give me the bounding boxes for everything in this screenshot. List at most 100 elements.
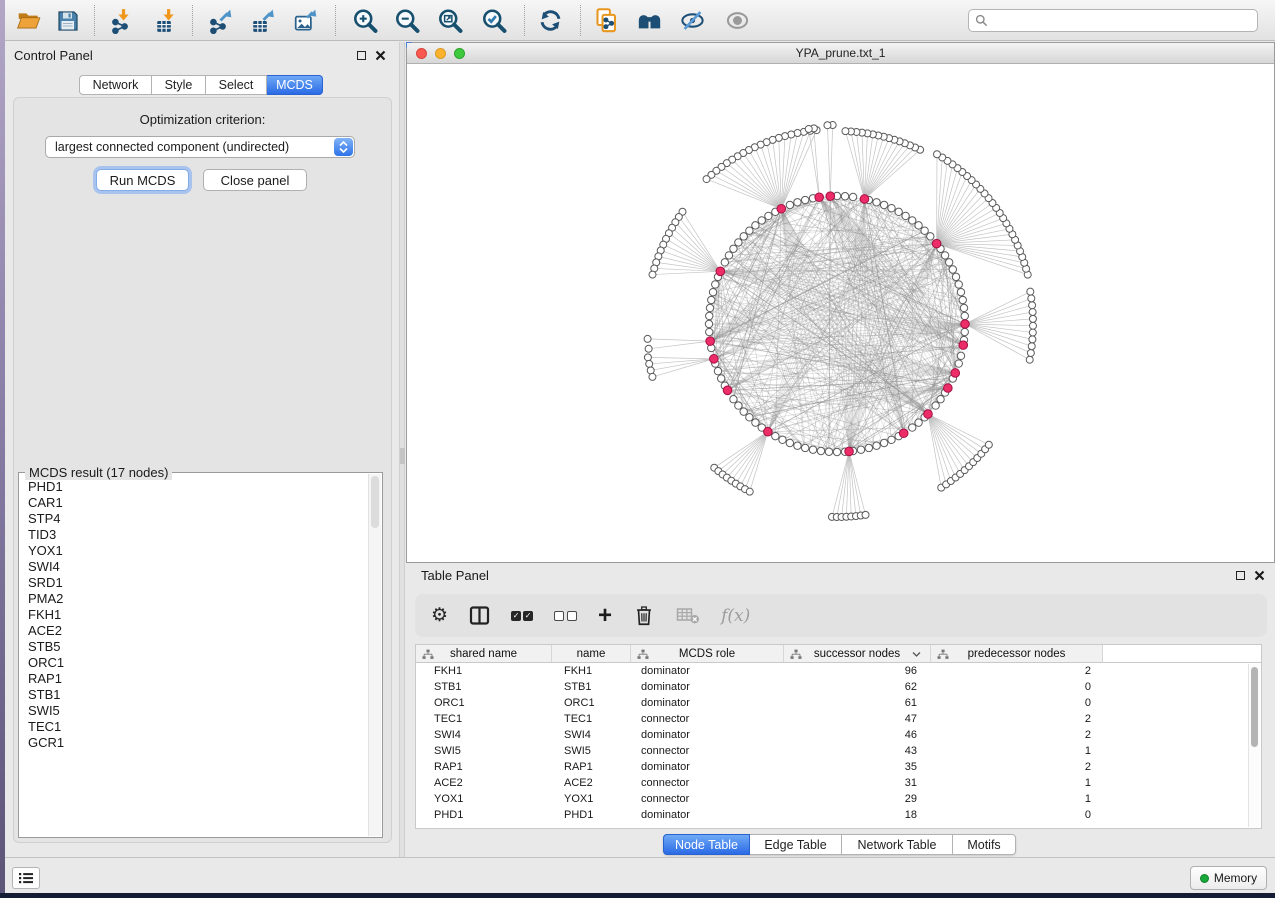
- table-row[interactable]: RAP1RAP1dominator352: [416, 759, 1261, 775]
- float-panel-icon[interactable]: [357, 51, 366, 60]
- table-cell: STB1: [416, 679, 552, 695]
- divider-grip[interactable]: [400, 448, 405, 464]
- tab-network-table[interactable]: Network Table: [842, 834, 953, 855]
- table-row[interactable]: ORC1ORC1dominator610: [416, 695, 1261, 711]
- close-window-icon[interactable]: [416, 48, 427, 59]
- refresh-layout-icon[interactable]: [533, 4, 567, 37]
- save-session-icon[interactable]: [51, 4, 85, 37]
- export-image-icon[interactable]: [289, 4, 323, 37]
- mcds-result-item[interactable]: SRD1: [28, 575, 368, 591]
- mcds-result-list[interactable]: PHD1CAR1STP4TID3YOX1SWI4SRD1PMA2FKH1ACE2…: [20, 474, 368, 836]
- mcds-list-scrollbar[interactable]: [368, 474, 381, 836]
- table-row[interactable]: PHD1PHD1dominator180: [416, 807, 1261, 823]
- maximize-window-icon[interactable]: [454, 48, 465, 59]
- close-panel-icon[interactable]: [375, 50, 386, 61]
- mcds-result-item[interactable]: PHD1: [28, 479, 368, 495]
- table-settings-icon[interactable]: ⚙: [431, 603, 448, 629]
- deselect-all-columns-icon[interactable]: [554, 603, 577, 629]
- table-row[interactable]: STB1STB1dominator620: [416, 679, 1261, 695]
- import-network-icon[interactable]: [106, 4, 140, 37]
- mcds-result-item[interactable]: SWI4: [28, 559, 368, 575]
- tab-node-table[interactable]: Node Table: [663, 834, 750, 855]
- export-table-icon[interactable]: [246, 4, 280, 37]
- tab-style[interactable]: Style: [152, 75, 206, 95]
- network-canvas[interactable]: [407, 64, 1274, 562]
- table-cell: ACE2: [416, 775, 552, 791]
- table-scrollbar-thumb[interactable]: [1251, 667, 1258, 747]
- close-table-panel-icon[interactable]: [1254, 570, 1265, 581]
- toolbar-separator: [192, 5, 193, 36]
- run-mcds-button[interactable]: Run MCDS: [96, 169, 189, 191]
- table-cell: TEC1: [552, 711, 631, 727]
- select-all-columns-icon[interactable]: ✓✓: [511, 603, 533, 629]
- zoom-out-icon[interactable]: [390, 4, 424, 37]
- column-header-successor-nodes[interactable]: successor nodes: [784, 645, 931, 663]
- tab-mcds[interactable]: MCDS: [267, 75, 323, 95]
- add-column-icon[interactable]: +: [598, 603, 612, 629]
- import-table-icon[interactable]: [150, 4, 184, 37]
- mcds-result-item[interactable]: RAP1: [28, 671, 368, 687]
- mcds-result-item[interactable]: STB1: [28, 687, 368, 703]
- column-header-shared-name[interactable]: shared name: [416, 645, 552, 663]
- mcds-result-item[interactable]: SWI5: [28, 703, 368, 719]
- tab-motifs[interactable]: Motifs: [953, 834, 1016, 855]
- table-cell: connector: [631, 711, 784, 727]
- mcds-result-item[interactable]: TID3: [28, 527, 368, 543]
- table-cell: 29: [784, 791, 931, 807]
- table-row[interactable]: FKH1FKH1dominator962: [416, 663, 1261, 679]
- optimization-criterion-dropdown[interactable]: largest connected component (undirected): [45, 136, 355, 158]
- zoom-selected-icon[interactable]: [477, 4, 511, 37]
- table-row[interactable]: TEC1TEC1connector472: [416, 711, 1261, 727]
- mcds-result-item[interactable]: YOX1: [28, 543, 368, 559]
- tab-network[interactable]: Network: [79, 75, 152, 95]
- hide-selected-icon[interactable]: [675, 4, 709, 37]
- table-row[interactable]: SWI4SWI4dominator462: [416, 727, 1261, 743]
- minimize-window-icon[interactable]: [435, 48, 446, 59]
- table-scrollbar[interactable]: [1248, 664, 1260, 827]
- network-frame-titlebar[interactable]: YPA_prune.txt_1: [407, 43, 1274, 64]
- tab-select[interactable]: Select: [206, 75, 267, 95]
- close-panel-button[interactable]: Close panel: [203, 169, 307, 191]
- column-header-mcds-role[interactable]: MCDS role: [631, 645, 784, 663]
- list-icon: [18, 871, 34, 885]
- show-panels-button[interactable]: [12, 867, 40, 889]
- search-field[interactable]: [968, 9, 1258, 32]
- column-header-name[interactable]: name: [552, 645, 631, 663]
- column-header-predecessor-nodes[interactable]: predecessor nodes: [931, 645, 1103, 663]
- table-row[interactable]: ACE2ACE2connector311: [416, 775, 1261, 791]
- panel-split-divider[interactable]: [399, 42, 405, 857]
- table-cell: SWI5: [416, 743, 552, 759]
- table-cell: TEC1: [416, 711, 552, 727]
- mcds-result-item[interactable]: STP4: [28, 511, 368, 527]
- table-cell: 2: [931, 663, 1103, 679]
- first-neighbors-icon[interactable]: [632, 4, 666, 37]
- float-table-panel-icon[interactable]: [1236, 571, 1245, 580]
- zoom-in-icon[interactable]: [348, 4, 382, 37]
- export-network-icon[interactable]: [204, 4, 238, 37]
- zoom-fit-icon[interactable]: [433, 4, 467, 37]
- show-all-icon[interactable]: [720, 4, 754, 37]
- search-input[interactable]: [992, 14, 1251, 28]
- column-selector-icon[interactable]: [469, 603, 490, 629]
- mcds-result-item[interactable]: TEC1: [28, 719, 368, 735]
- mcds-result-item[interactable]: ORC1: [28, 655, 368, 671]
- table-cell: 2: [931, 727, 1103, 743]
- new-network-from-selection-icon[interactable]: [589, 4, 623, 37]
- mcds-result-item[interactable]: PMA2: [28, 591, 368, 607]
- open-session-icon[interactable]: [12, 4, 46, 37]
- mcds-result-item[interactable]: CAR1: [28, 495, 368, 511]
- table-cell: 0: [931, 807, 1103, 823]
- mcds-result-item[interactable]: ACE2: [28, 623, 368, 639]
- table-cell: STB1: [552, 679, 631, 695]
- table-row[interactable]: SWI5SWI5connector431: [416, 743, 1261, 759]
- mcds-result-item[interactable]: FKH1: [28, 607, 368, 623]
- memory-button[interactable]: Memory: [1190, 866, 1267, 890]
- delete-column-icon[interactable]: [633, 603, 655, 629]
- table-cell: dominator: [631, 759, 784, 775]
- mcds-result-item[interactable]: STB5: [28, 639, 368, 655]
- tab-edge-table[interactable]: Edge Table: [750, 834, 842, 855]
- table-row[interactable]: YOX1YOX1connector291: [416, 791, 1261, 807]
- mcds-result-item[interactable]: GCR1: [28, 735, 368, 751]
- toolbar-separator: [580, 5, 581, 36]
- memory-status-icon: [1200, 874, 1209, 883]
